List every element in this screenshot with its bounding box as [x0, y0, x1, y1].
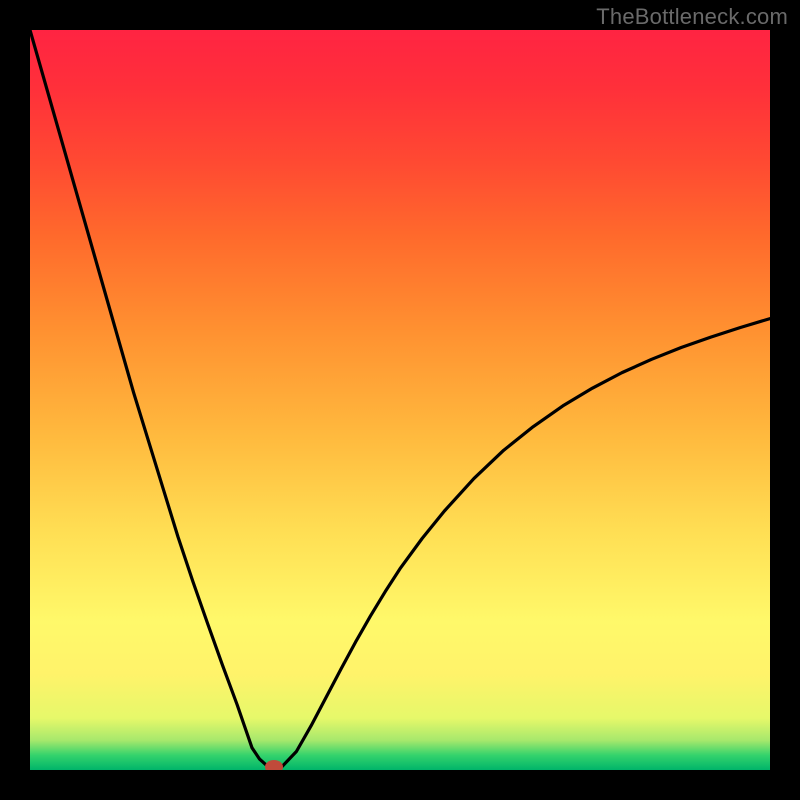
min-point-marker [265, 760, 283, 770]
chart-frame: TheBottleneck.com [0, 0, 800, 800]
curve-path [30, 30, 770, 770]
plot-area [30, 30, 770, 770]
bottleneck-curve [30, 30, 770, 770]
watermark-text: TheBottleneck.com [596, 4, 788, 30]
